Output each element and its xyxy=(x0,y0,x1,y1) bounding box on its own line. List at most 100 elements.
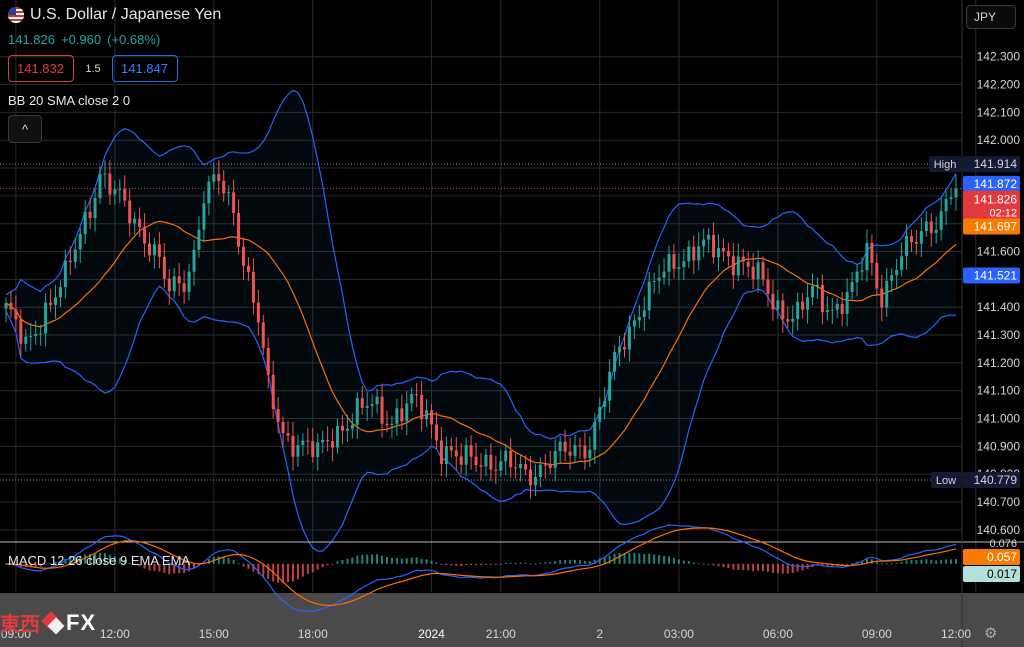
candle xyxy=(103,173,107,175)
candle xyxy=(350,424,354,429)
macd-bar xyxy=(895,562,898,564)
candle xyxy=(741,256,745,262)
candle xyxy=(825,310,829,313)
macd-bar xyxy=(672,557,675,564)
candle xyxy=(618,346,622,353)
candle xyxy=(533,477,537,486)
macd-indicator-label[interactable]: MACD 12 26 close 9 EMA EMA xyxy=(8,553,190,568)
low-tag-label: Low xyxy=(936,475,956,487)
macd-bar xyxy=(925,559,928,564)
macd-bar xyxy=(351,557,354,564)
macd-bar xyxy=(549,562,552,564)
macd-bar xyxy=(618,552,621,564)
candle xyxy=(558,441,562,452)
macd-bar xyxy=(574,560,577,564)
candle xyxy=(860,270,864,272)
candle xyxy=(647,281,651,311)
last-price: 141.826 xyxy=(8,32,55,47)
candle xyxy=(420,394,424,420)
candle xyxy=(583,445,587,459)
macd-bar xyxy=(415,557,418,564)
symbol-name[interactable]: U.S. Dollar / Japanese Yen xyxy=(30,6,221,24)
macd-bar xyxy=(361,554,364,564)
currency-button[interactable]: JPY xyxy=(966,5,1016,29)
candle xyxy=(9,303,13,310)
bb-upper-price-label: 141.872 xyxy=(974,177,1018,191)
candle xyxy=(514,467,518,469)
y-tick-label: 142.000 xyxy=(977,133,1021,147)
y-tick-label: 141.200 xyxy=(977,356,1021,370)
spread-value: 1.5 xyxy=(85,62,101,75)
candle xyxy=(924,221,928,232)
candle xyxy=(390,423,394,425)
price-change-pct: (+0.68%) xyxy=(107,32,161,47)
candle xyxy=(494,469,498,471)
candle xyxy=(890,275,894,281)
logo-fx-text: FX xyxy=(66,609,97,635)
macd-bar xyxy=(544,562,547,564)
candle xyxy=(49,302,53,305)
high-price-label: 141.914 xyxy=(974,157,1018,171)
gear-icon[interactable]: ⚙ xyxy=(984,624,997,642)
quote-line: 141.826 +0.960 (+0.68%) xyxy=(8,32,160,47)
candle xyxy=(622,346,626,350)
candle xyxy=(776,300,780,310)
macd-bar xyxy=(237,563,240,565)
macd-bar xyxy=(677,559,680,564)
y-tick-label: 142.200 xyxy=(977,78,1021,92)
macd-bar xyxy=(385,556,388,564)
candle xyxy=(944,199,948,212)
macd-bar xyxy=(291,563,294,582)
buy-button[interactable]: 141.847 xyxy=(112,55,178,82)
macd-bar xyxy=(484,563,487,565)
chevron-up-icon: ^ xyxy=(21,121,29,137)
macd-bar xyxy=(583,560,586,564)
candle xyxy=(118,189,122,191)
candle xyxy=(340,425,344,431)
candle xyxy=(721,248,725,252)
sell-button[interactable]: 141.832 xyxy=(8,55,74,82)
macd-bar xyxy=(267,563,270,579)
candle xyxy=(820,284,824,313)
price-chart[interactable]: 142.300142.200142.100142.000141.900141.8… xyxy=(0,0,1024,647)
candle xyxy=(83,211,87,235)
macd-bar xyxy=(425,559,428,564)
macd-bar xyxy=(341,559,344,564)
candle xyxy=(751,266,755,280)
candle xyxy=(459,456,463,465)
macd-bar xyxy=(282,563,285,583)
candle xyxy=(395,408,399,424)
candle xyxy=(613,352,617,372)
macd-bar xyxy=(519,562,522,564)
collapse-indicators-button[interactable]: ^ xyxy=(8,115,42,143)
candle xyxy=(504,450,508,462)
bb-indicator-label[interactable]: BB 20 SMA close 2 0 xyxy=(8,93,130,108)
macd-bar xyxy=(262,563,265,577)
macd-bar xyxy=(395,557,398,564)
macd-bar xyxy=(440,563,443,565)
macd-bar xyxy=(539,562,542,564)
candle xyxy=(400,408,404,422)
macd-bar xyxy=(752,563,755,572)
candle xyxy=(444,446,448,464)
candle xyxy=(835,303,839,310)
macd-bar xyxy=(955,559,957,564)
candle xyxy=(687,246,691,262)
macd-bar xyxy=(564,559,567,564)
macd-bar xyxy=(455,563,458,566)
macd-bar xyxy=(465,563,468,566)
candle xyxy=(771,293,775,310)
candle xyxy=(509,450,513,468)
candle xyxy=(474,456,478,466)
candle xyxy=(306,440,310,442)
candle xyxy=(880,288,884,308)
candle xyxy=(949,197,953,200)
macd-bar xyxy=(410,557,413,564)
candle xyxy=(519,464,523,469)
candle xyxy=(731,256,735,276)
macd-bar xyxy=(242,563,245,567)
candle xyxy=(321,439,325,443)
y-tick-label: 140.900 xyxy=(977,439,1021,453)
x-tick-label: 03:00 xyxy=(664,627,694,641)
candle xyxy=(232,192,236,213)
